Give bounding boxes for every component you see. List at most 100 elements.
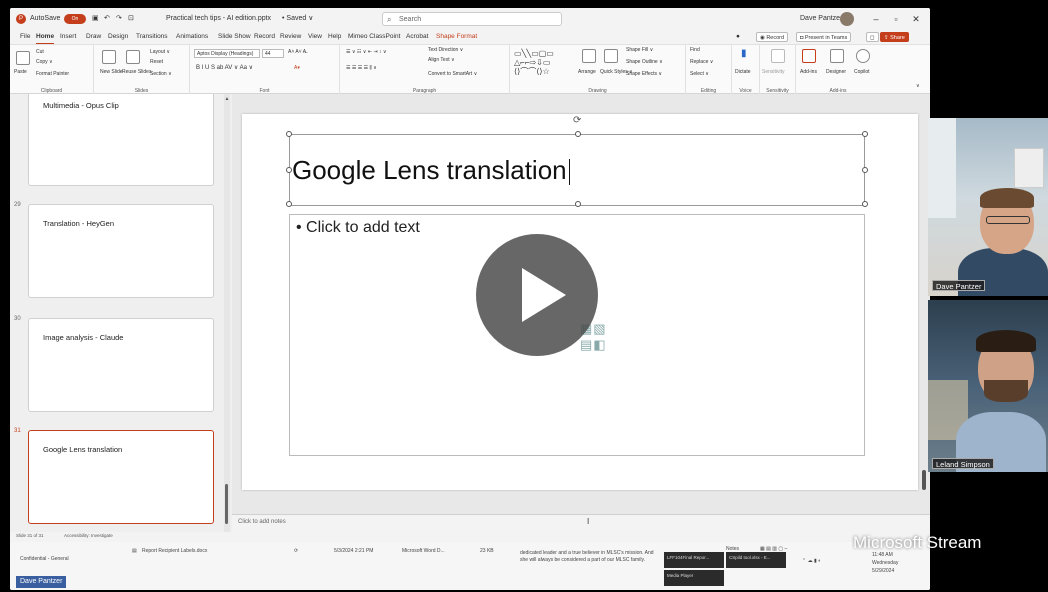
find-button[interactable]: Find [690, 47, 700, 54]
font-size-select[interactable]: 44 [262, 49, 284, 58]
resize-handle[interactable] [862, 167, 868, 173]
reuse-slides-icon[interactable] [126, 50, 140, 64]
comments-icon[interactable]: ◻ [866, 32, 879, 42]
section-button[interactable]: Section ∨ [150, 71, 172, 78]
designer-icon[interactable] [830, 49, 844, 63]
resize-handle[interactable] [575, 201, 581, 207]
paste-icon[interactable] [16, 51, 30, 65]
tab-review[interactable]: Review [280, 30, 301, 44]
font-size-controls[interactable]: A˄ A˅ A̶ [288, 49, 306, 56]
search-box[interactable]: ⌕ Search [382, 12, 562, 26]
user-name[interactable]: Dave Pantzer [800, 8, 842, 30]
font-name-select[interactable]: Aptos Display (Headings) [194, 49, 260, 58]
tab-home[interactable]: Home [36, 30, 55, 44]
microphone-icon[interactable]: ▮ [741, 47, 747, 61]
tab-design[interactable]: Design [108, 30, 128, 44]
select-button[interactable]: Select ∨ [690, 71, 709, 78]
alignment-icons[interactable]: ☰ ☰ ☰ ☰ ⫼ ∨ [346, 65, 377, 72]
tab-file[interactable]: File [20, 30, 30, 44]
tab-view[interactable]: View [308, 30, 322, 44]
copilot-icon[interactable]: ● [736, 30, 740, 44]
sensitivity-label-item: Confidential - General [20, 556, 69, 562]
tab-mimeo-classpoint[interactable]: Mimeo ClassPoint [348, 30, 400, 44]
designer-button[interactable]: Designer [826, 69, 846, 76]
new-slide-button[interactable]: New Slide [100, 69, 123, 76]
thumbnail-scrollbar[interactable] [224, 94, 230, 532]
copy-button[interactable]: Copy ∨ [36, 59, 53, 66]
tab-animations[interactable]: Animations [176, 30, 208, 44]
paste-button[interactable]: Paste [14, 69, 27, 76]
replace-button[interactable]: Replace ∨ [690, 59, 713, 66]
minimize-icon[interactable]: – [868, 8, 884, 30]
font-format-row[interactable]: B I U S ab AV ∨ Aa ∨ [196, 65, 253, 72]
convert-smartart-button[interactable]: Convert to SmartArt ∨ [428, 71, 477, 78]
slide-thumbnail[interactable]: Multimedia - Opus Clip [28, 94, 214, 186]
tab-help[interactable]: Help [328, 30, 341, 44]
text-direction-button[interactable]: Text Direction ∨ [428, 47, 463, 54]
slide-title-text: Google Lens translation [292, 155, 567, 185]
slide-thumbnail-selected[interactable]: Google Lens translation [28, 430, 214, 524]
canvas-scrollbar-thumb[interactable] [922, 470, 926, 490]
window-frame [1014, 148, 1044, 188]
quick-styles-icon[interactable] [604, 49, 618, 63]
title-placeholder[interactable]: ⟳ Google Lens translation [286, 115, 868, 207]
undo-icon[interactable]: ↶ [104, 8, 110, 30]
sensitivity-icon[interactable] [771, 49, 785, 63]
accessibility-status[interactable]: Accessibility: Investigate [64, 533, 113, 538]
door-frame [928, 118, 956, 218]
tab-record[interactable]: Record [254, 30, 275, 44]
font-color-icon[interactable]: A▾ [294, 65, 300, 72]
resize-handle[interactable] [575, 131, 581, 137]
tab-insert[interactable]: Insert [60, 30, 76, 44]
shape-effects-button[interactable]: Shape Effects ∨ [626, 71, 662, 78]
arrange-icon[interactable] [582, 49, 596, 63]
new-slide-icon[interactable] [102, 50, 116, 64]
tab-acrobat[interactable]: Acrobat [406, 30, 428, 44]
play-button[interactable] [476, 234, 598, 356]
autosave-toggle[interactable]: On [64, 14, 86, 24]
align-text-button[interactable]: Align Text ∨ [428, 57, 455, 64]
resize-handle[interactable] [286, 201, 292, 207]
sensitivity-button[interactable]: Sensitivity [762, 69, 785, 76]
format-painter-button[interactable]: Format Painter [36, 71, 69, 78]
saved-state[interactable]: • Saved ∨ [282, 8, 313, 30]
present-icon[interactable]: ⊡ [128, 8, 134, 30]
avatar[interactable] [840, 12, 854, 26]
resize-handle[interactable] [862, 131, 868, 137]
tab-slide-show[interactable]: Slide Show [218, 30, 251, 44]
ribbon-collapse-icon[interactable]: ∨ [916, 83, 920, 90]
bullets-icon[interactable]: ☰ ∨ ☷ ∨ ⇤ ⇥ ↕ ∨ [346, 49, 387, 56]
record-button[interactable]: ◉ Record [756, 32, 789, 42]
redo-icon[interactable]: ↷ [116, 8, 122, 30]
addins-button[interactable]: Add-ins [800, 69, 817, 76]
resize-handle[interactable] [862, 201, 868, 207]
reset-button[interactable]: Reset [150, 59, 163, 66]
addins-icon[interactable] [802, 49, 816, 63]
resize-handle[interactable] [286, 131, 292, 137]
shapes-gallery-icon[interactable]: ▭╲╲▭▢▭ △⌐⌐⇨⇩▭ ⟨⟩⌒⌒⟨⟩☆ [514, 49, 554, 76]
notes-pane[interactable]: Click to add notes I [232, 514, 930, 532]
copilot-ribbon-icon[interactable] [856, 49, 870, 63]
slide-thumbnail[interactable]: Image analysis - Claude [28, 318, 214, 412]
cut-button[interactable]: Cut [36, 49, 44, 56]
save-icon[interactable]: ▣ [92, 8, 99, 30]
slide-thumbnail[interactable]: Translation - HeyGen [28, 204, 214, 298]
close-icon[interactable]: ✕ [908, 8, 924, 30]
arrange-button[interactable]: Arrange [578, 69, 596, 76]
share-button[interactable]: ⇪ Share [880, 32, 909, 42]
layout-button[interactable]: Layout ∨ [150, 49, 170, 56]
tab-transitions[interactable]: Transitions [136, 30, 168, 44]
maximize-icon[interactable]: ▫ [888, 8, 904, 30]
copilot-button[interactable]: Copilot [854, 69, 870, 76]
scroll-up-icon[interactable]: ▲ [224, 96, 230, 102]
reuse-slides-button[interactable]: Reuse Slides [122, 69, 151, 76]
tab-draw[interactable]: Draw [86, 30, 101, 44]
present-in-teams-button[interactable]: ◘ Present in Teams [796, 32, 852, 42]
tab-shape-format[interactable]: Shape Format [436, 30, 477, 44]
shape-outline-button[interactable]: Shape Outline ∨ [626, 59, 663, 66]
scrollbar-thumb[interactable] [225, 484, 228, 524]
dictate-button[interactable]: Dictate [735, 69, 751, 76]
shape-fill-button[interactable]: Shape Fill ∨ [626, 47, 653, 54]
slide-title[interactable]: Google Lens translation [292, 155, 570, 186]
rotate-handle-icon[interactable]: ⟳ [573, 115, 581, 126]
